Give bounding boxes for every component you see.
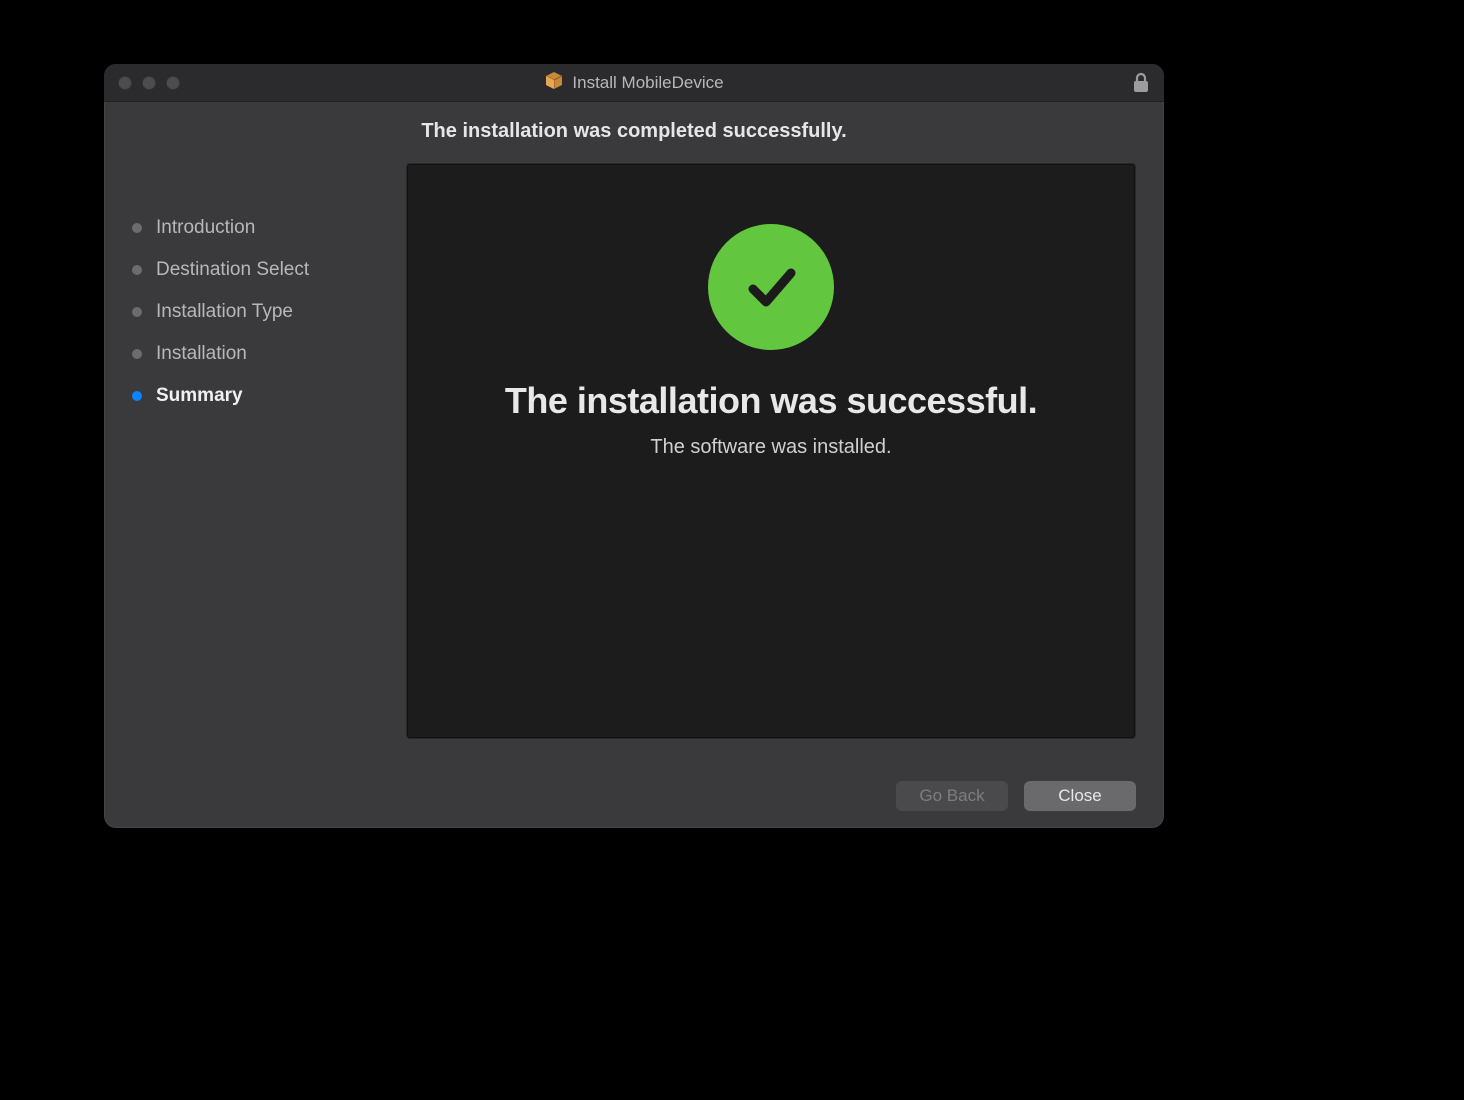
button-label: Close bbox=[1058, 786, 1101, 806]
bullet-icon bbox=[132, 349, 142, 359]
window-title: Install MobileDevice bbox=[572, 73, 723, 93]
step-label: Introduction bbox=[156, 217, 255, 239]
step-label: Installation Type bbox=[156, 301, 293, 323]
lock-icon[interactable] bbox=[1132, 72, 1150, 99]
installer-window: Install MobileDevice The installation wa… bbox=[104, 64, 1164, 828]
step-introduction: Introduction bbox=[132, 207, 406, 249]
step-installation-type: Installation Type bbox=[132, 291, 406, 333]
minimize-window-button[interactable] bbox=[142, 76, 156, 90]
go-back-button: Go Back bbox=[896, 781, 1008, 811]
page-heading-row: The installation was completed successfu… bbox=[104, 102, 1164, 147]
step-installation: Installation bbox=[132, 333, 406, 375]
content-pane: The installation was successful. The sof… bbox=[406, 163, 1136, 739]
step-label: Installation bbox=[156, 343, 247, 365]
window-controls bbox=[104, 76, 180, 90]
success-subtitle: The software was installed. bbox=[650, 436, 891, 459]
step-label: Destination Select bbox=[156, 259, 309, 281]
bullet-icon bbox=[132, 307, 142, 317]
close-window-button[interactable] bbox=[118, 76, 132, 90]
step-summary: Summary bbox=[132, 375, 406, 417]
zoom-window-button[interactable] bbox=[166, 76, 180, 90]
package-icon bbox=[544, 70, 564, 95]
success-title: The installation was successful. bbox=[505, 380, 1037, 422]
bullet-icon bbox=[132, 265, 142, 275]
close-button[interactable]: Close bbox=[1024, 781, 1136, 811]
steps-sidebar: Introduction Destination Select Installa… bbox=[114, 163, 406, 764]
bullet-icon bbox=[132, 391, 142, 401]
success-check-icon bbox=[708, 224, 834, 350]
button-row: Go Back Close bbox=[104, 764, 1164, 828]
bullet-icon bbox=[132, 223, 142, 233]
button-label: Go Back bbox=[919, 786, 984, 806]
page-heading: The installation was completed successfu… bbox=[421, 120, 846, 142]
step-label: Summary bbox=[156, 385, 243, 407]
titlebar: Install MobileDevice bbox=[104, 64, 1164, 102]
step-destination-select: Destination Select bbox=[132, 249, 406, 291]
